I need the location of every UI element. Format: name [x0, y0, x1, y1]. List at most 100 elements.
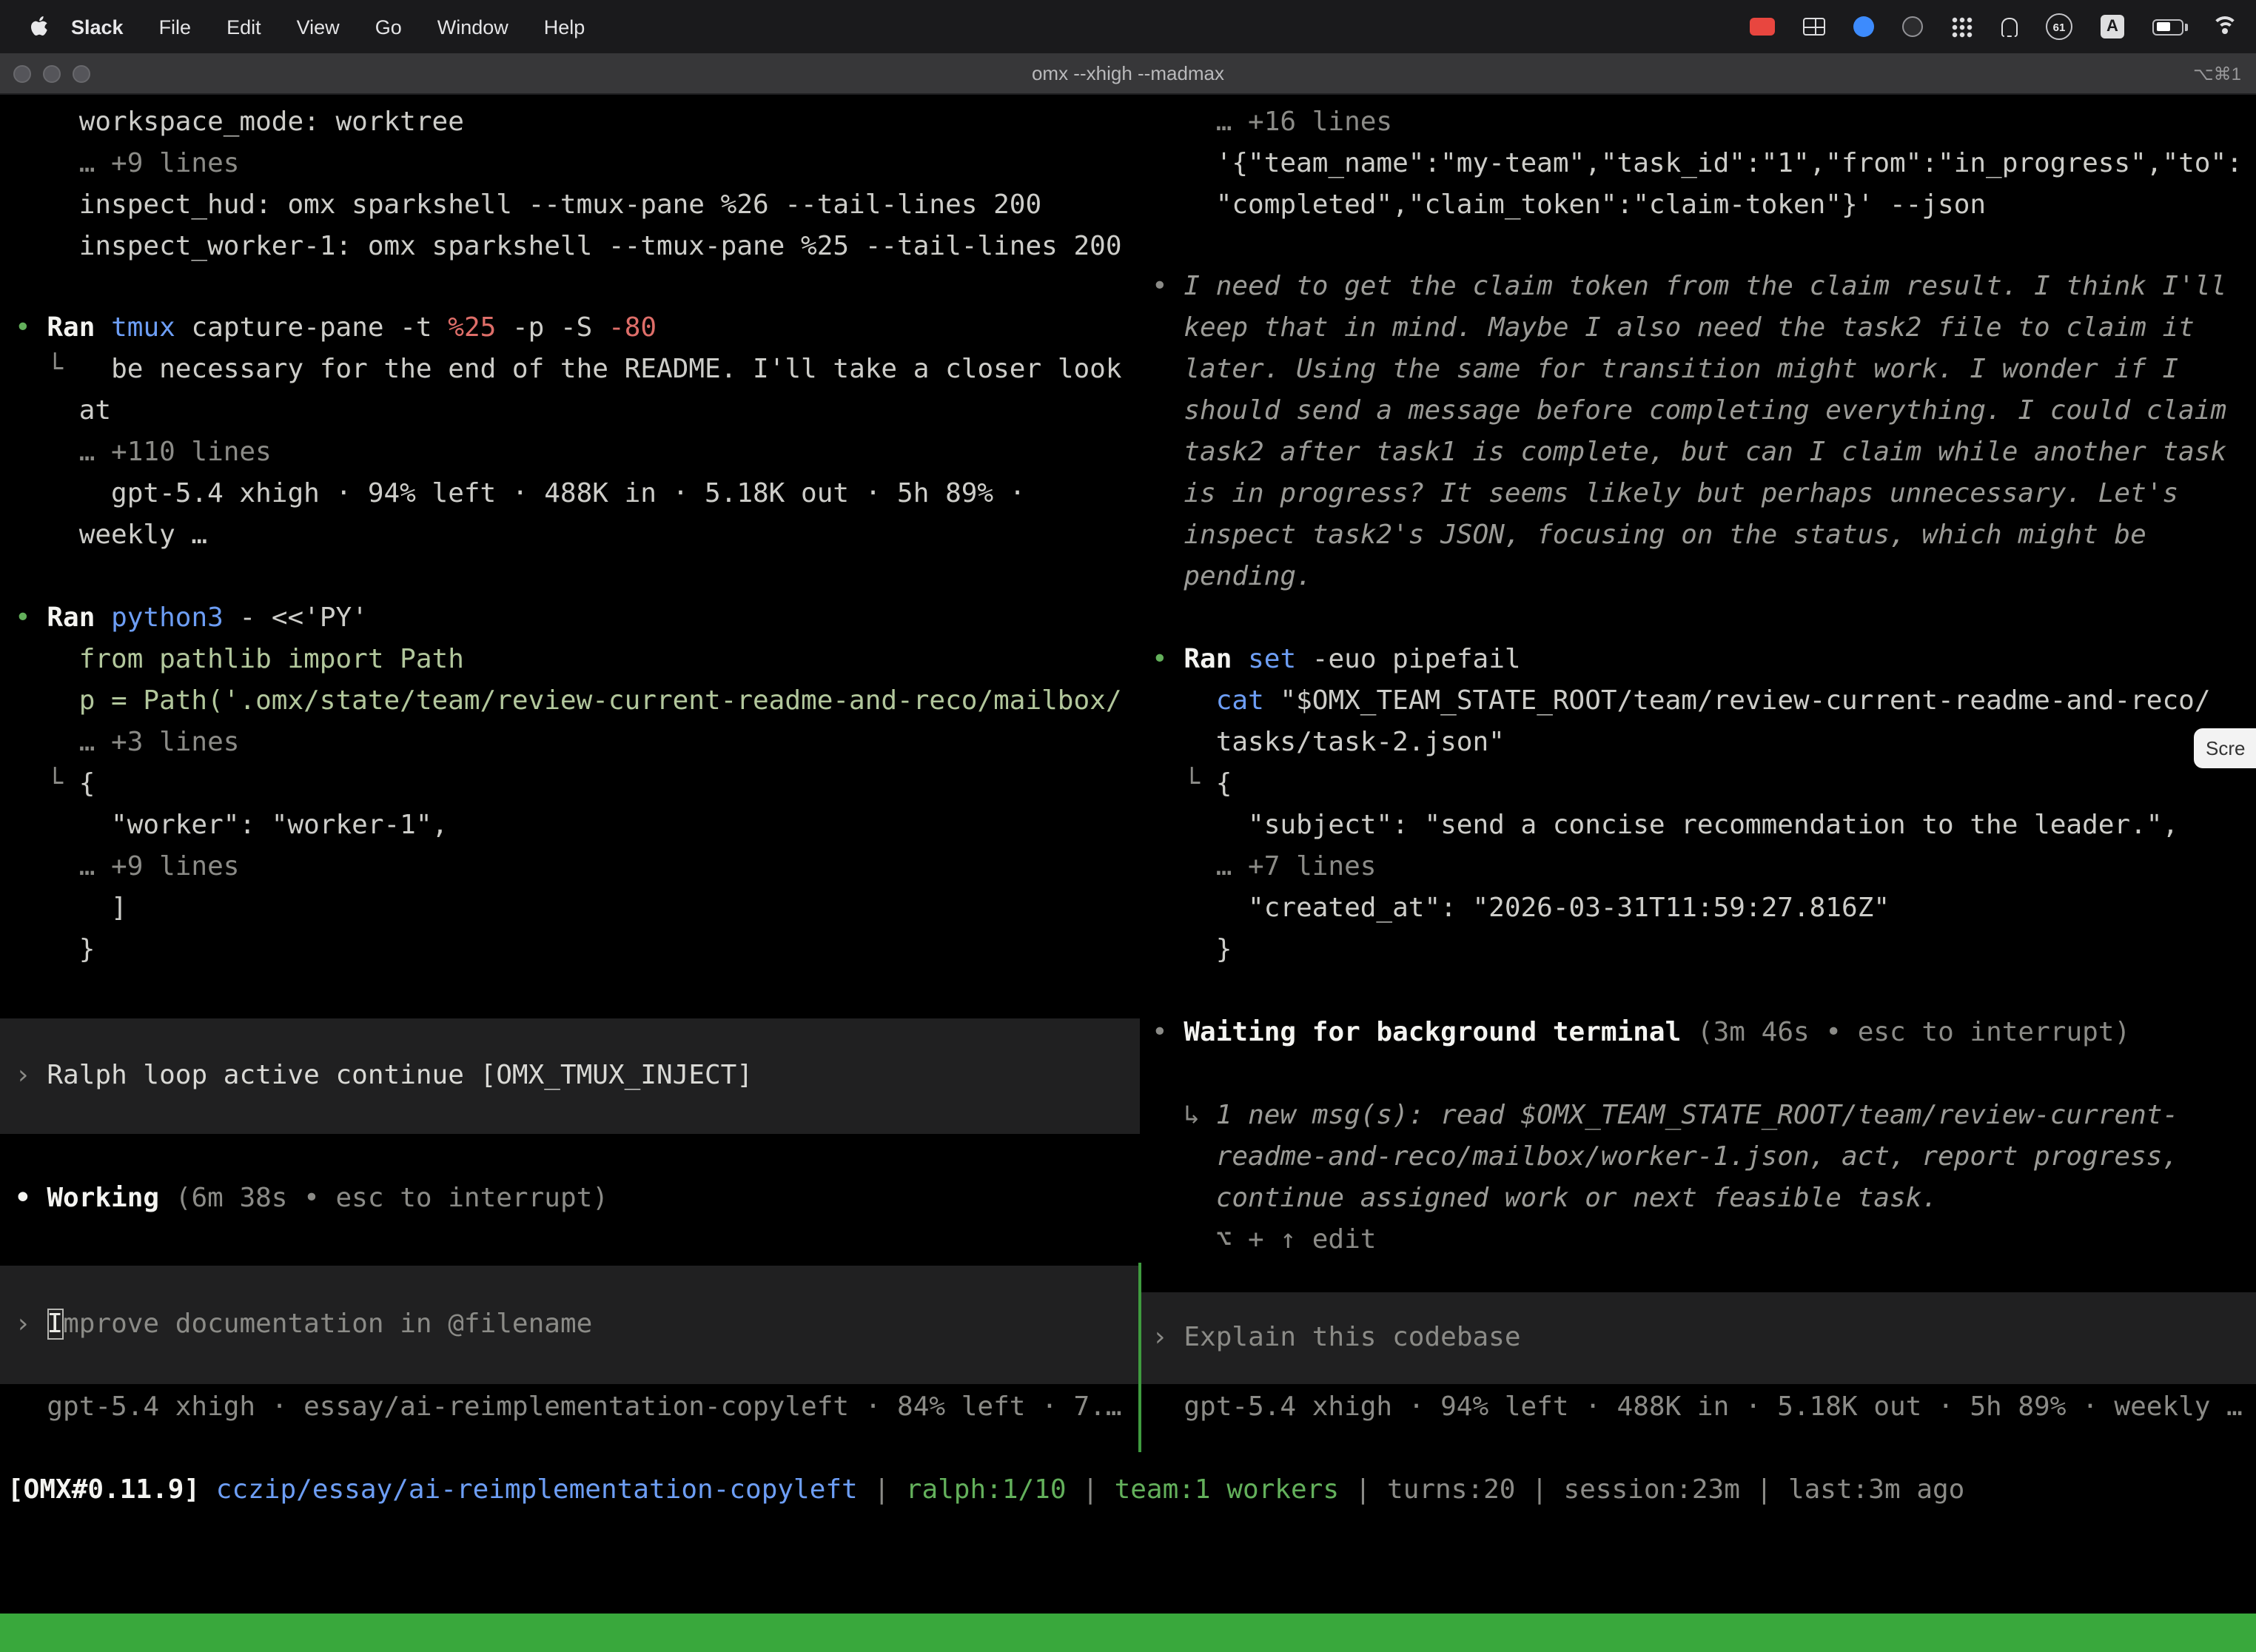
tmux-status-bar: [omx-cczip0:bash* "MacBook-Pro-44.local"…	[0, 1614, 2256, 1652]
terminal-line: inspect task2's JSON, focusing on the st…	[1141, 515, 2256, 557]
blue-app-icon[interactable]	[1853, 16, 1874, 37]
terminal-block: • Ran tmux capture-pane -t %25 -p -S -80…	[0, 308, 1140, 557]
left-terminal-pane[interactable]: workspace_mode: worktree … +9 lines insp…	[0, 95, 1140, 1470]
terminal-line: is in progress? It seems likely but perh…	[1141, 474, 2256, 515]
desktop: Slack FileEditViewGoWindowHelp 61 A	[0, 0, 2256, 1652]
terminal-line: ⌥ + ↑ edit	[1141, 1220, 2256, 1261]
omx-status-text: [OMX#0.11.9] cczip/essay/ai-reimplementa…	[0, 1470, 2256, 1511]
terminal-line: … +110 lines	[0, 432, 1140, 474]
terminal-line: ↳ 1 new msg(s): read $OMX_TEAM_STATE_ROO…	[1141, 1095, 2256, 1137]
window-shortcut-hint: ⌥⌘1	[2193, 63, 2241, 84]
terminal-block: • I need to get the claim token from the…	[1141, 266, 2256, 598]
terminal-line: • Ran python3 - <<'PY'	[0, 598, 1140, 639]
band-text: › Improve documentation in @filename	[0, 1304, 592, 1346]
terminal-line: task2 after task1 is complete, but can I…	[1141, 432, 2256, 474]
ghost-app-icon[interactable]	[2001, 17, 2018, 36]
terminal-line: "created_at": "2026-03-31T11:59:27.816Z"	[1141, 888, 2256, 930]
minimize-button[interactable]	[43, 64, 61, 82]
menu-window[interactable]: Window	[420, 16, 526, 38]
omx-status-line: [OMX#0.11.9] cczip/essay/ai-reimplementa…	[0, 1470, 2256, 1511]
band-text: › Explain this codebase	[1141, 1317, 1521, 1359]
terminal-line: • Working (6m 38s • esc to interrupt)	[0, 1178, 1140, 1220]
band-text: › Ralph loop active continue [OMX_TMUX_I…	[0, 1055, 753, 1097]
apple-menu[interactable]	[30, 15, 50, 38]
terminal-line: inspect_worker-1: omx sparkshell --tmux-…	[0, 226, 1140, 268]
battery-icon[interactable]	[2152, 19, 2183, 35]
menu-edit[interactable]: Edit	[209, 16, 279, 38]
apple-icon	[30, 15, 50, 38]
terminal-line: tasks/task-2.json"	[1141, 722, 2256, 764]
terminal-line: pending.	[1141, 557, 2256, 598]
terminal-line: }	[0, 930, 1140, 971]
gauge-icon[interactable]: 61	[2046, 13, 2072, 40]
terminal-line: should send a message before completing …	[1141, 391, 2256, 432]
terminal-block: workspace_mode: worktree … +9 lines insp…	[0, 102, 1140, 268]
terminal-line: }	[1141, 930, 2256, 971]
terminal-line: … +16 lines	[1141, 102, 2256, 144]
right-terminal-pane[interactable]: … +16 lines '{"team_name":"my-team","tas…	[1141, 95, 2256, 1470]
menu-status-icons: 61 A	[1750, 13, 2238, 40]
terminal-line: readme-and-reco/mailbox/worker-1.json, a…	[1141, 1137, 2256, 1178]
terminal-block: • Waiting for background terminal (3m 46…	[1141, 1013, 2256, 1054]
prompt-input[interactable]: › Explain this codebase	[1141, 1292, 2256, 1384]
terminal-line: keep that in mind. Maybe I also need the…	[1141, 308, 2256, 349]
terminal-line: cat "$OMX_TEAM_STATE_ROOT/team/review-cu…	[1141, 681, 2256, 722]
zoom-button[interactable]	[73, 64, 90, 82]
menu-bar: Slack FileEditViewGoWindowHelp 61 A	[0, 0, 2256, 53]
terminal-line: at	[0, 391, 1140, 432]
menu-view[interactable]: View	[279, 16, 357, 38]
terminal-block: • Ran python3 - <<'PY' from pathlib impo…	[0, 598, 1140, 971]
terminal-line: └ be necessary for the end of the README…	[0, 349, 1140, 391]
terminal-block: • Ran set -euo pipefail cat "$OMX_TEAM_S…	[1141, 639, 2256, 971]
terminal-block: • Working (6m 38s • esc to interrupt)	[0, 1178, 1140, 1220]
grid-app-icon[interactable]	[1803, 18, 1825, 36]
terminal-line: later. Using the same for transition mig…	[1141, 349, 2256, 391]
terminal-line: • I need to get the claim token from the…	[1141, 266, 2256, 308]
traffic-lights	[0, 64, 90, 82]
terminal-line: … +7 lines	[1141, 847, 2256, 888]
active-app-name[interactable]: Slack	[50, 16, 141, 38]
terminal-block: … +16 lines '{"team_name":"my-team","tas…	[1141, 102, 2256, 226]
input-source-icon[interactable]: A	[2101, 15, 2124, 38]
terminal-line: "subject": "send a concise recommendatio…	[1141, 805, 2256, 847]
terminal-line: … +9 lines	[0, 144, 1140, 185]
menu-go[interactable]: Go	[357, 16, 420, 38]
screen: Slack FileEditViewGoWindowHelp 61 A	[0, 0, 2256, 1652]
terminal-line: └ {	[0, 764, 1140, 805]
dots-grid-icon[interactable]	[1951, 16, 1973, 38]
terminal-line: • Ran tmux capture-pane -t %25 -p -S -80	[0, 308, 1140, 349]
pane-divider[interactable]	[1138, 1263, 1141, 1452]
terminal-line: … +9 lines	[0, 847, 1140, 888]
window-title-bar[interactable]: omx --xhigh --madmax ⌥⌘1	[0, 53, 2256, 95]
terminal-line: ]	[0, 888, 1140, 930]
screen-recording-indicator-icon[interactable]	[1750, 18, 1775, 36]
terminal-line: • Waiting for background terminal (3m 46…	[1141, 1013, 2256, 1054]
menu-file[interactable]: File	[141, 16, 209, 38]
terminal-line: "completed","claim_token":"claim-token"}…	[1141, 185, 2256, 226]
ralph-loop-banner: › Ralph loop active continue [OMX_TMUX_I…	[0, 1018, 1140, 1134]
terminal-line: continue assigned work or next feasible …	[1141, 1178, 2256, 1220]
menu-help[interactable]: Help	[526, 16, 603, 38]
terminal-line: • Ran set -euo pipefail	[1141, 639, 2256, 681]
terminal-line: '{"team_name":"my-team","task_id":"1","f…	[1141, 144, 2256, 185]
prompt-input[interactable]: › Improve documentation in @filename	[0, 1266, 1140, 1384]
window-title: omx --xhigh --madmax	[0, 62, 2256, 84]
wifi-icon[interactable]	[2212, 16, 2238, 37]
terminal-line: inspect_hud: omx sparkshell --tmux-pane …	[0, 185, 1140, 226]
terminal-block: gpt-5.4 xhigh · 94% left · 488K in · 5.1…	[1141, 1387, 2256, 1428]
terminal-line: from pathlib import Path	[0, 639, 1140, 681]
dark-app-icon[interactable]	[1902, 16, 1923, 37]
terminal-line: gpt-5.4 xhigh · 94% left · 488K in · 5.1…	[0, 474, 1140, 515]
menu-items: FileEditViewGoWindowHelp	[141, 16, 603, 38]
terminal-line: "worker": "worker-1",	[0, 805, 1140, 847]
terminal-block: gpt-5.4 xhigh · essay/ai-reimplementatio…	[0, 1387, 1140, 1428]
terminal-block: ↳ 1 new msg(s): read $OMX_TEAM_STATE_ROO…	[1141, 1095, 2256, 1261]
terminal-line: gpt-5.4 xhigh · 94% left · 488K in · 5.1…	[1141, 1387, 2256, 1428]
close-button[interactable]	[13, 64, 31, 82]
terminal-line: └ {	[1141, 764, 2256, 805]
terminal-line: p = Path('.omx/state/team/review-current…	[0, 681, 1140, 722]
terminal-line: gpt-5.4 xhigh · essay/ai-reimplementatio…	[0, 1387, 1140, 1428]
screen-capture-popover[interactable]: Scre	[2194, 728, 2256, 768]
terminal-line: workspace_mode: worktree	[0, 102, 1140, 144]
terminal-line: … +3 lines	[0, 722, 1140, 764]
